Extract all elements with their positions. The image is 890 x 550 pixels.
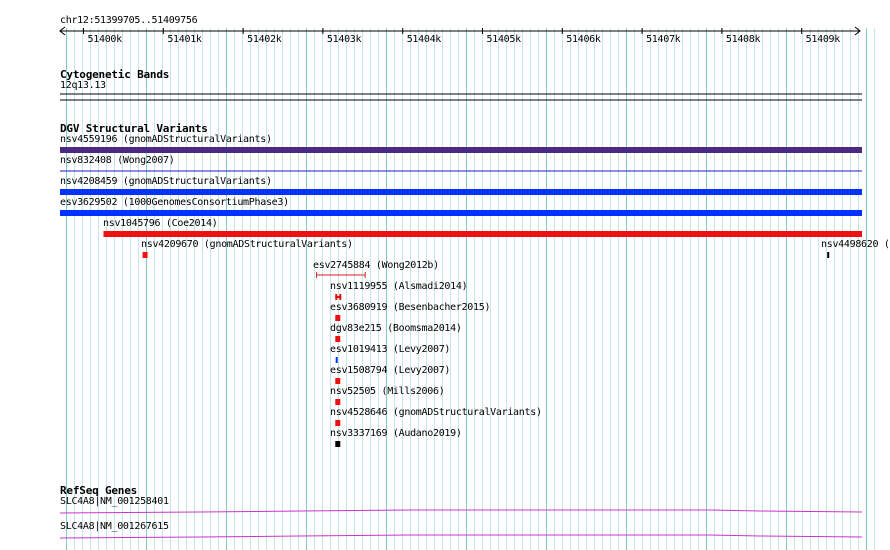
ruler-tick-label: 51408k [725, 34, 761, 45]
dgv-feature-label[interactable]: esv3680919 (Besenbacher2015) [330, 302, 490, 314]
dgv-feature-glyph[interactable] [335, 420, 341, 426]
dgv-feature-glyph[interactable] [335, 336, 341, 342]
ruler-tick-label: 51401k [167, 34, 202, 45]
ruler-tick-label: 51402k [247, 34, 282, 45]
refseq-transcript-glyph[interactable] [59, 509, 863, 514]
dgv-feature-label[interactable]: nsv832408 (Wong2007) [60, 155, 175, 167]
dgv-feature-glyph[interactable] [103, 231, 863, 237]
dgv-feature-glyph[interactable] [60, 189, 862, 195]
dgv-feature-label[interactable]: nsv3337169 (Audano2019) [330, 428, 462, 440]
dgv-feature-glyph[interactable] [335, 399, 341, 405]
refseq-transcript-label[interactable]: SLC4A8|NM_001258401 [60, 496, 169, 508]
dgv-feature-label[interactable]: nsv52505 (Mills2006) [330, 386, 445, 398]
ruler-tick-label: 51404k [406, 34, 442, 45]
dgv-feature-label[interactable]: nsv4559196 (gnomADStructuralVariants) [60, 134, 272, 146]
vertical-grid [66, 28, 875, 550]
dgv-feature-glyph[interactable] [335, 357, 338, 363]
dgv-feature-label[interactable]: nsv4209670 (gnomADStructuralVariants) [141, 239, 353, 251]
dgv-feature-label[interactable]: nsv4498620 ( [821, 239, 890, 251]
ruler-tick-label: 51407k [646, 34, 681, 45]
dgv-feature-glyph[interactable] [60, 147, 862, 153]
ruler-tick-label: 51409k [805, 34, 841, 45]
dgv-feature-glyph[interactable] [335, 378, 341, 384]
dgv-feature-glyph[interactable] [60, 210, 862, 216]
dgv-feature-label[interactable]: esv1508794 (Levy2007) [330, 365, 450, 377]
cytoband-label[interactable]: 12q13.13 [60, 80, 106, 92]
dgv-feature-label[interactable]: nsv1119955 (Alsmadi2014) [330, 281, 468, 293]
ruler-tick-label: 51403k [326, 34, 362, 45]
dgv-feature-label[interactable]: nsv4528646 (gnomADStructuralVariants) [330, 407, 542, 419]
dgv-feature-glyph[interactable] [335, 441, 341, 447]
ruler-tick-label: 51406k [566, 34, 601, 45]
dgv-feature-label[interactable]: nsv1045796 (Coe2014) [103, 218, 218, 230]
dgv-feature-glyph[interactable] [316, 272, 366, 278]
h-bridge [335, 296, 342, 298]
dgv-feature-label[interactable]: esv2745884 (Wong2012b) [313, 260, 439, 272]
dgv-feature-glyphs[interactable] [60, 147, 863, 447]
dgv-feature-label[interactable]: dgv83e215 (Boomsma2014) [330, 323, 462, 335]
dgv-feature-glyph[interactable] [142, 252, 148, 258]
genome-browser-canvas [59, 26, 875, 550]
ruler-tick-label: 51400k [87, 34, 123, 45]
refseq-transcript-label[interactable]: SLC4A8|NM_001267615 [60, 521, 169, 533]
dgv-feature-label[interactable]: esv3629502 (1000GenomesConsortiumPhase3) [60, 197, 289, 209]
refseq-transcript-glyph[interactable] [59, 534, 863, 539]
refseq-gene-glyphs[interactable] [59, 509, 863, 539]
dgv-feature-label[interactable]: nsv4208459 (gnomADStructuralVariants) [60, 176, 272, 188]
dgv-feature-glyph[interactable] [335, 315, 341, 321]
dgv-feature-glyph[interactable] [827, 252, 830, 258]
ruler-tick-label: 51405k [486, 34, 522, 45]
dgv-feature-label[interactable]: esv1019413 (Levy2007) [330, 344, 450, 356]
region-label: chr12:51399705..51409756 [60, 15, 198, 26]
